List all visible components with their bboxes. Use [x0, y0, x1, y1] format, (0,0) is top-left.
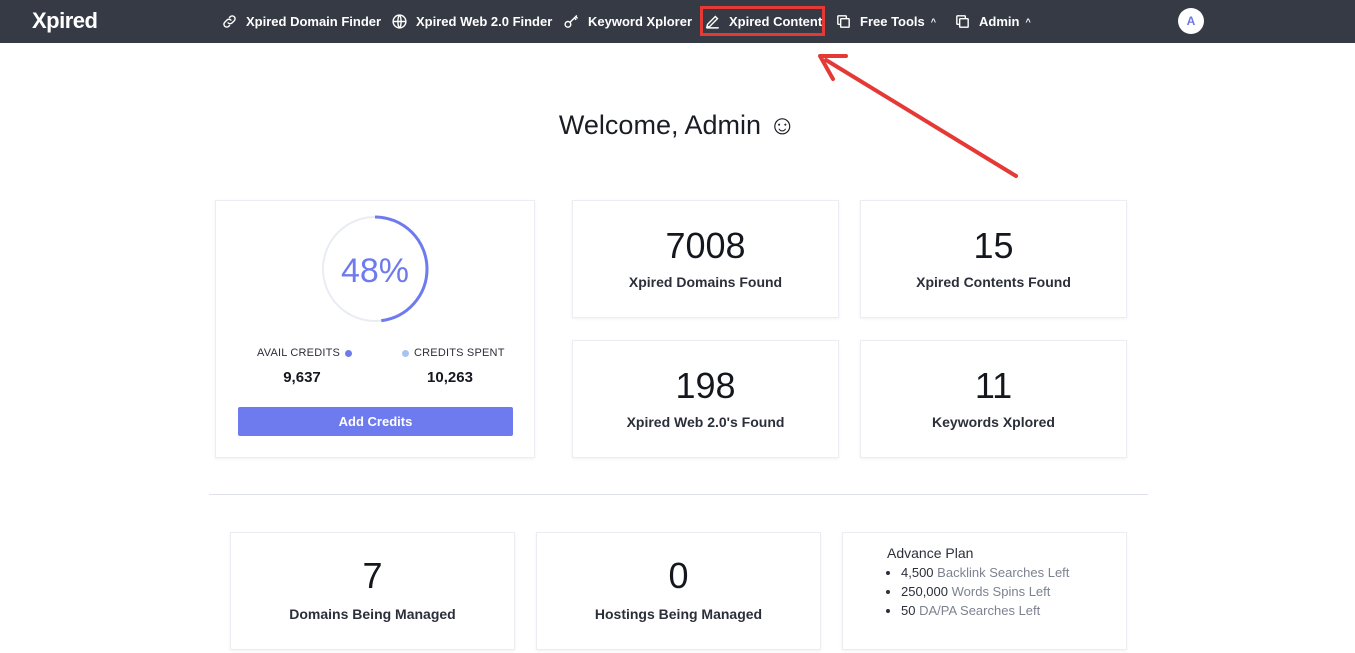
stat-value: 11 [974, 365, 1013, 406]
credits-spent-label: CREDITS SPENT [414, 347, 505, 359]
plan-list: 4,500 Backlink Searches Left 250,000 Wor… [901, 563, 1069, 620]
stat-value: 7008 [665, 225, 746, 266]
avail-legend-dot [345, 349, 353, 357]
plan-item-text: Words Spins Left [951, 584, 1051, 599]
stat-value: 198 [675, 365, 736, 406]
plan-title: Advance Plan [887, 545, 974, 561]
welcome-heading: Welcome, Admin ☺ [558, 110, 797, 140]
stat-card-domains: 7008 Xpired Domains Found [572, 200, 839, 318]
managed-value: 7 [362, 555, 383, 596]
credits-progress-ring: 48% [321, 215, 429, 323]
stat-label: Xpired Contents Found [916, 274, 1071, 290]
stat-card-web20: 198 Xpired Web 2.0's Found [572, 340, 839, 458]
plan-item: 50 DA/PA Searches Left [901, 601, 1069, 620]
plan-item: 250,000 Words Spins Left [901, 582, 1069, 601]
managed-label: Hostings Being Managed [594, 606, 763, 622]
managed-card-domains: 7 Domains Being Managed [230, 532, 515, 650]
stat-card-contents: 15 Xpired Contents Found [860, 200, 1127, 318]
managed-value: 0 [668, 555, 689, 596]
spent-legend-dot [402, 349, 409, 357]
plan-item-value: 50 [901, 603, 916, 618]
credits-spent-label-group: CREDITS SPENT [402, 347, 505, 359]
credits-spent-value: 10,263 [427, 369, 473, 386]
stat-value: 15 [973, 225, 1014, 266]
credits-percent-text: 48% [341, 252, 409, 290]
plan-item-text: DA/PA Searches Left [919, 603, 1041, 618]
managed-card-hostings: 0 Hostings Being Managed [536, 532, 821, 650]
plan-item-value: 4,500 [901, 565, 934, 580]
avail-credits-label: AVAIL CREDITS [257, 347, 341, 359]
managed-label: Domains Being Managed [289, 606, 456, 622]
plan-item: 4,500 Backlink Searches Left [901, 563, 1069, 582]
stat-label: Xpired Domains Found [628, 274, 783, 290]
stat-label: Xpired Web 2.0's Found [626, 414, 785, 430]
stat-label: Keywords Xplored [932, 414, 1055, 430]
plan-item-text: Backlink Searches Left [937, 565, 1070, 580]
avail-credits-value: 9,637 [283, 369, 321, 386]
plan-item-value: 250,000 [901, 584, 948, 599]
credits-card: 48% AVAIL CREDITS 9,637 CREDITS SPENT 10… [215, 200, 535, 458]
stat-card-keywords: 11 Keywords Xplored [860, 340, 1127, 458]
plan-card: Advance Plan 4,500 Backlink Searches Lef… [842, 532, 1127, 650]
avail-credits-label-group: AVAIL CREDITS [257, 347, 353, 359]
section-divider [209, 494, 1148, 495]
add-credits-button[interactable]: Add Credits [238, 407, 513, 436]
